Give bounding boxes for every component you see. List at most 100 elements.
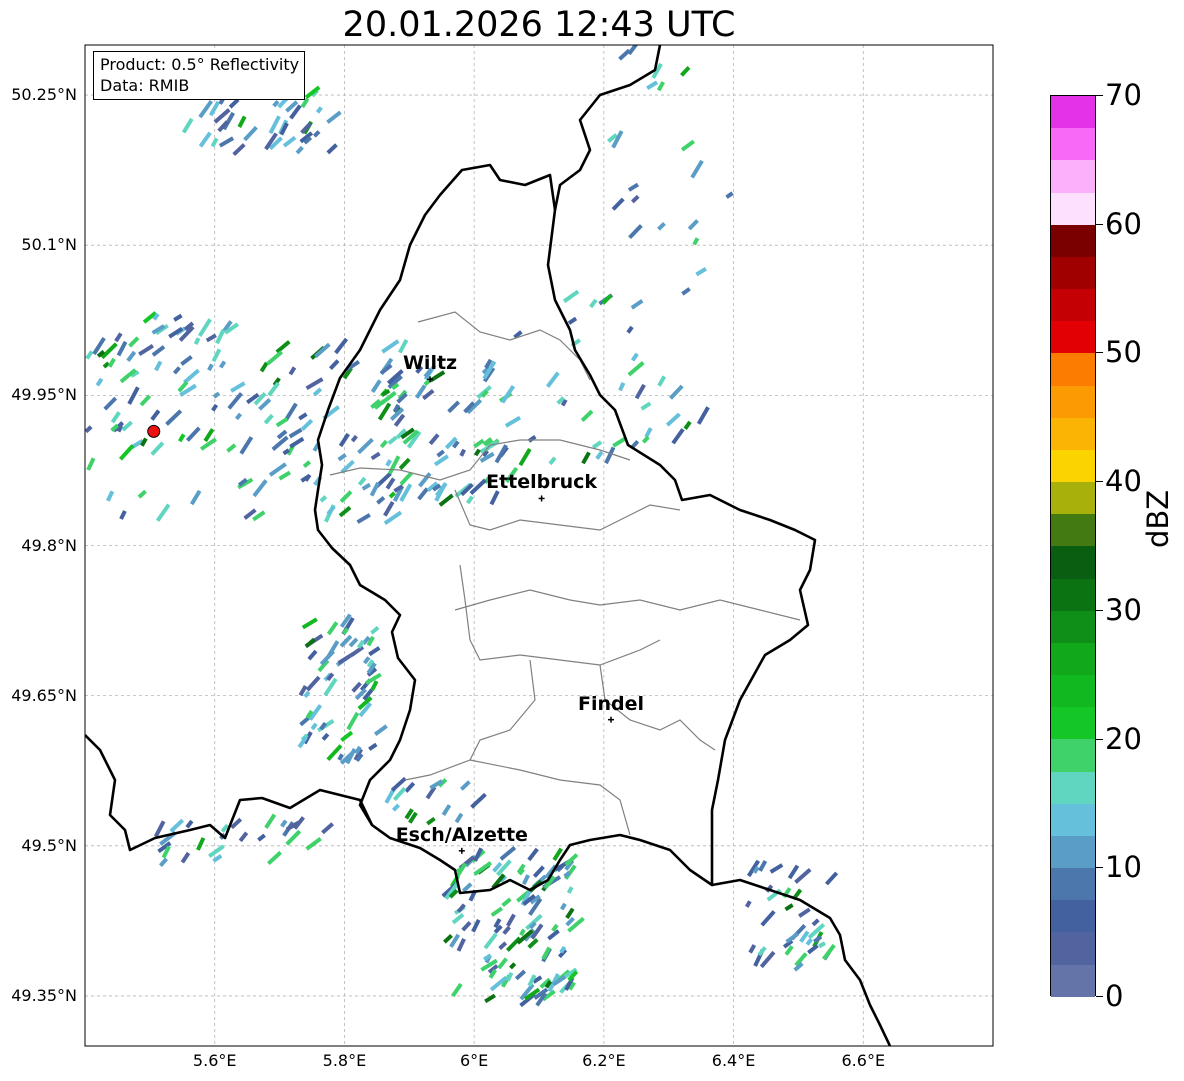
echo-cell <box>567 316 578 325</box>
echo-cell <box>252 479 268 498</box>
lat-tick-label: 50.1°N <box>21 235 77 255</box>
echo-cell <box>630 299 644 310</box>
echo-cell <box>337 453 347 462</box>
echo-cell <box>757 946 767 957</box>
echo-cell <box>456 938 466 952</box>
echo-cell <box>155 503 171 522</box>
echo-cell <box>285 829 302 846</box>
echo-cell <box>811 918 820 927</box>
echo-cell <box>630 194 640 204</box>
colorbar-tick-label: 60 <box>1105 206 1142 241</box>
echo-cell <box>784 903 794 912</box>
echo-cell <box>438 493 454 507</box>
echo-cell <box>612 436 628 448</box>
echo-cell <box>211 348 222 363</box>
colorbar-segment <box>1051 964 1095 997</box>
echo-cell <box>601 294 613 305</box>
colorbar-tick-label: 0 <box>1105 979 1124 1013</box>
echo-cell <box>514 969 527 981</box>
echo-cell <box>548 456 557 466</box>
echo-cell <box>280 819 288 828</box>
echo-cell <box>591 440 603 450</box>
colorbar-segment <box>1051 835 1095 869</box>
colorbar-segment <box>1051 803 1095 836</box>
echo-cell <box>562 289 580 303</box>
echo-cell <box>551 923 559 932</box>
echo-cell <box>547 929 560 941</box>
echo-cell <box>106 490 115 502</box>
echo-cell <box>787 864 800 880</box>
echo-cell <box>137 489 147 499</box>
echo-cell <box>116 340 128 357</box>
echo-cell <box>399 471 413 486</box>
echo-cell <box>758 860 768 872</box>
echo-cell <box>284 402 298 422</box>
echo-cell <box>433 454 449 467</box>
echo-cell <box>304 637 316 648</box>
echo-cell <box>565 916 575 927</box>
echo-cell <box>114 332 123 343</box>
echo-cell <box>441 804 452 816</box>
echo-cell <box>470 792 487 809</box>
echo-cell <box>151 345 166 357</box>
echo-cell <box>325 640 340 660</box>
echo-cell <box>232 143 246 157</box>
city-label: Findel <box>577 692 644 715</box>
echo-cell <box>387 455 401 475</box>
echo-cell <box>657 375 667 387</box>
colorbar-segment <box>1051 900 1095 933</box>
echo-cell <box>310 722 318 731</box>
echo-cell <box>208 844 225 858</box>
echo-cell <box>252 510 266 522</box>
echo-cell <box>794 867 812 884</box>
echo-cell <box>237 115 247 128</box>
colorbar-segment <box>1051 289 1095 322</box>
lon-tick-label: 6.2°E <box>582 1051 626 1070</box>
echo-cell <box>798 907 811 918</box>
echo-cell <box>370 625 380 635</box>
echo-cell <box>207 363 214 372</box>
echo-cell <box>618 382 626 392</box>
echo-cell <box>173 313 183 322</box>
echo-cell <box>278 470 291 481</box>
product-label: Product: 0.5° Reflectivity <box>100 55 300 74</box>
echo-cell <box>646 80 659 90</box>
echo-cell <box>300 418 314 431</box>
echo-cell <box>350 434 358 443</box>
echo-cell <box>258 398 272 411</box>
colorbar-segment <box>1051 224 1095 257</box>
echo-cell <box>443 934 453 944</box>
echo-cell <box>473 438 485 449</box>
echo-cell <box>456 903 466 914</box>
echo-cell <box>150 409 161 421</box>
echo-cell <box>381 339 400 354</box>
echo-cell <box>150 441 165 456</box>
echo-cell <box>178 433 186 443</box>
echo-cell <box>357 437 374 455</box>
echo-cell <box>760 910 776 927</box>
echo-cell <box>681 287 691 296</box>
colorbar-segment <box>1051 546 1095 579</box>
colorbar-segment <box>1051 610 1095 643</box>
echo-cell <box>193 337 201 345</box>
colorbar-tick-label: 20 <box>1105 721 1142 756</box>
echo-cell <box>323 677 338 697</box>
echo-cell <box>326 505 336 516</box>
echo-cell <box>565 907 575 920</box>
echo-cell <box>103 396 118 411</box>
echo-cell <box>785 932 799 944</box>
echo-cell <box>314 342 331 359</box>
echo-cell <box>618 48 631 61</box>
echo-cell <box>126 350 137 362</box>
echo-cell <box>368 646 381 657</box>
echo-cell <box>483 932 498 950</box>
echo-cell <box>377 402 392 421</box>
echo-cell <box>451 982 463 998</box>
lat-tick-label: 49.8°N <box>21 535 77 555</box>
echo-cell <box>451 913 465 925</box>
echo-cell <box>365 672 382 685</box>
echo-cell <box>95 377 104 387</box>
echo-cell <box>370 451 381 461</box>
echo-cell <box>482 437 493 447</box>
echo-cell <box>85 350 94 360</box>
